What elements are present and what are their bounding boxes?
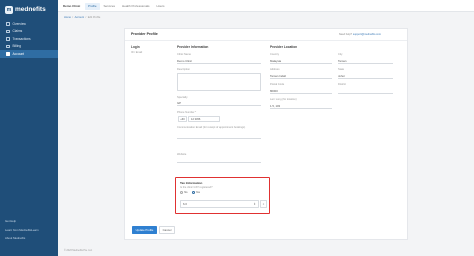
postal-code-label: Postal Code (270, 83, 285, 86)
postal-code-field[interactable] (270, 92, 332, 94)
gst-rate-value: 6.0 (183, 202, 187, 206)
sidebar-item-label: Billing (12, 44, 22, 49)
support-email-link[interactable]: support@medneﬁts.com (353, 33, 381, 36)
about-link[interactable]: About Medneﬁts (5, 234, 39, 243)
radio-icon (180, 191, 184, 195)
specialty-field[interactable] (177, 105, 261, 106)
breadcrumb-separator: / (85, 16, 87, 19)
card-icon (6, 44, 10, 48)
website-field[interactable] (177, 162, 261, 163)
card-title: Provider Profile (131, 32, 158, 36)
breadcrumb-separator: / (72, 16, 74, 19)
sidebar-links: Get Help Learn from MedneﬁtsLearn About … (5, 217, 39, 243)
gst-yes-radio[interactable]: Yes (191, 191, 200, 195)
tab-hours[interactable]: Hours (154, 3, 168, 10)
login-section-title: Login (131, 45, 140, 49)
app-logo[interactable]: m medneﬁts (5, 5, 46, 14)
provider-location-title: Provider Location (270, 45, 298, 49)
radio-label: No (184, 191, 188, 195)
tab-health-professionals[interactable]: Health Professionals (119, 3, 153, 10)
gst-no-radio[interactable]: No (180, 191, 188, 195)
tab-services[interactable]: Services (101, 3, 119, 10)
provider-info-title: Provider Information (177, 45, 209, 49)
sidebar: m medneﬁts Overview Claims Transactions … (0, 0, 58, 256)
logo-text: medneﬁts (15, 6, 46, 13)
website-label: Website (177, 153, 187, 156)
breadcrumb: Home / Account / Edit Profile (64, 16, 100, 19)
coordinates-field[interactable] (270, 107, 332, 109)
gst-radio-group: No Yes (180, 191, 200, 195)
provider-profile-card: Provider Profile Need help? support@medn… (124, 28, 408, 240)
clinic-name: Demo Clinic (63, 4, 81, 8)
gst-question: Is the clinic GST registered? (180, 186, 213, 189)
sidebar-item-label: Account (12, 51, 25, 56)
phone-number-input[interactable]: 12 3456 (188, 116, 220, 122)
support-label: Need help? (338, 33, 353, 36)
sidebar-item-label: Transactions (12, 36, 31, 41)
swap-icon (6, 37, 10, 41)
percent-addon[interactable]: × (260, 200, 267, 208)
country-label: Country (270, 53, 280, 56)
district-field[interactable] (338, 92, 393, 94)
city-field[interactable] (338, 62, 393, 64)
tax-information-section: Tax Information Is the clinic GST regist… (175, 177, 270, 214)
sidebar-item-label: Claims (12, 29, 23, 34)
sidebar-item-label: Overview (12, 21, 26, 26)
stepper-icon[interactable]: ⇕ (253, 202, 256, 206)
update-profile-button[interactable]: Update Profile (132, 226, 157, 234)
description-label: Description (177, 68, 190, 71)
top-bar: Demo Clinic Profile Services Health Prof… (58, 0, 474, 12)
radio-selected-icon (191, 191, 195, 195)
user-icon (6, 52, 10, 56)
document-icon (6, 29, 10, 33)
city-label: City (338, 53, 343, 56)
tab-profile[interactable]: Profile (85, 2, 100, 10)
sidebar-item-claims[interactable]: Claims (0, 28, 58, 36)
address-label: Address (270, 68, 280, 71)
sidebar-item-overview[interactable]: Overview (0, 20, 58, 28)
breadcrumb-home[interactable]: Home (64, 16, 71, 19)
divider (125, 40, 407, 41)
sidebar-item-account[interactable]: Account (0, 50, 58, 58)
sidebar-item-transactions[interactable]: Transactions (0, 35, 58, 43)
cancel-button[interactable]: Cancel (159, 226, 175, 234)
coordinates-label: Lat / Long (for location) (270, 98, 297, 101)
gst-rate-input[interactable]: 6.0 ⇕ (180, 200, 259, 208)
clinic-name-label: Clinic Name (177, 53, 191, 56)
tax-title: Tax Information (180, 180, 203, 185)
breadcrumb-account[interactable]: Account (75, 16, 84, 19)
state-field[interactable] (338, 77, 393, 79)
footer-copyright: © 2023 Medneﬁts Pte. Ltd. (64, 249, 93, 252)
radio-label: Yes (195, 191, 200, 195)
phone-code-select[interactable]: +60 (178, 116, 187, 122)
sidebar-nav: Overview Claims Transactions Billing Acc… (0, 20, 58, 58)
logo-icon: m (5, 5, 13, 14)
login-email-label: ID / Email (131, 51, 143, 54)
country-field[interactable] (270, 62, 332, 64)
phone-label: Phone Number * (177, 111, 197, 114)
support-text: Need help? support@medneﬁts.com (339, 33, 381, 36)
sidebar-item-billing[interactable]: Billing (0, 43, 58, 51)
top-tabs: Profile Services Health Professionals Ho… (85, 2, 168, 10)
state-label: State (338, 68, 345, 71)
specialty-label: Specialty (177, 96, 188, 99)
breadcrumb-current: Edit Profile (87, 16, 101, 19)
communication-email-label: Communication Email (for receipt of appo… (177, 126, 246, 129)
description-textarea[interactable] (177, 73, 261, 91)
clinic-name-field[interactable] (177, 62, 261, 64)
communication-email-field[interactable] (177, 138, 261, 139)
grid-icon (6, 22, 10, 26)
learn-link[interactable]: Learn from MedneﬁtsLearn (5, 226, 39, 235)
get-help-link[interactable]: Get Help (5, 217, 39, 226)
district-label: District (338, 83, 346, 86)
address-field[interactable] (270, 77, 332, 79)
